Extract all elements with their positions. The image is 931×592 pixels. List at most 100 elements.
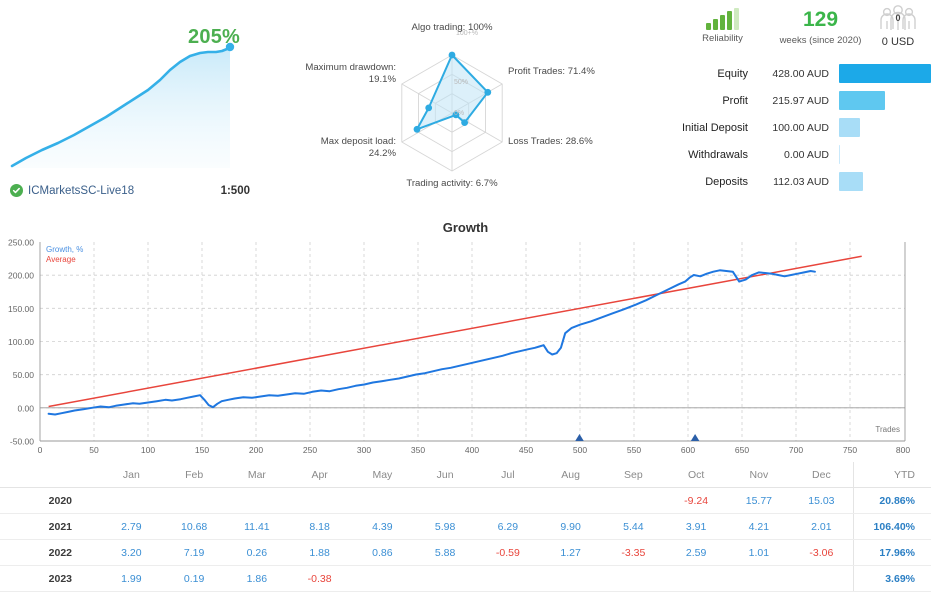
cell-2022-nov: 1.01 [727, 539, 791, 566]
x-tick-250: 250 [303, 445, 317, 455]
radar-label-max-deposit-load-line2: 24.2% [368, 148, 396, 159]
growth-chart-title: Growth [442, 220, 489, 235]
col-header-jan: Jan [100, 462, 163, 488]
balance-bar-cell-deposits [839, 168, 931, 195]
balance-value-deposits: 112.03 AUD [773, 175, 829, 188]
cell-2020-aug [539, 487, 602, 514]
y-tick-0: 0.00 [17, 403, 34, 413]
cell-2021-oct: 3.91 [664, 513, 728, 540]
balance-bar-cell-profit [839, 87, 931, 114]
cell-2022-jan: 3.20 [100, 539, 163, 566]
col-header-sep: Sep [602, 462, 665, 488]
x-tick-150: 150 [195, 445, 209, 455]
balance-bar-cell-initial-deposit [839, 114, 931, 141]
cell-2022-ytd: 17.96% [852, 539, 931, 566]
x-tick-300: 300 [357, 445, 371, 455]
balance-label-equity: Equity [717, 67, 748, 80]
balance-value-equity: 428.00 AUD [772, 67, 829, 80]
subscribers-price: 0 USD [881, 36, 915, 48]
cell-2022-jun: 5.88 [413, 539, 477, 566]
monthly-returns-table: Jan Feb Mar Apr May Jun Jul Aug Sep Oct … [0, 462, 931, 592]
radar-ring-label-50: 50% [454, 79, 469, 86]
x-tick-200: 200 [249, 445, 263, 455]
balance-rows: Equity 428.00 AUD Profit 215.97 AUD Init… [660, 60, 931, 195]
y-tick-50: 50.00 [13, 370, 35, 380]
balance-row-initial-deposit: Initial Deposit 100.00 AUD [660, 114, 931, 141]
balance-row-deposits: Deposits 112.03 AUD [660, 168, 931, 195]
cell-2022-jul: -0.59 [476, 539, 540, 566]
row-year-2022: 2022 [0, 539, 100, 566]
col-header-ytd: YTD [852, 462, 931, 488]
stats-header: Reliability 129 weeks (since 2020) 0 0 U… [660, 5, 931, 56]
cell-2021-apr: 8.18 [288, 513, 351, 540]
growth-sparkline-panel: 205% ICMarketsSC-Live18 1:500 [0, 0, 268, 215]
cell-2023-apr: -0.38 [288, 565, 351, 592]
balance-bar-profit [839, 91, 885, 110]
check-badge-icon [10, 184, 23, 197]
balance-value-withdrawals: 0.00 AUD [784, 148, 829, 161]
average-line [48, 255, 862, 408]
cell-2021-may: 4.39 [351, 513, 414, 540]
col-header-jul: Jul [476, 462, 540, 488]
cell-2022-sep: -3.35 [602, 539, 665, 566]
x-tick-50: 50 [89, 445, 99, 455]
y-tick-100: 100.00 [8, 337, 34, 347]
balance-bar-deposits [839, 172, 863, 191]
cell-2023-jul [476, 565, 540, 592]
cell-2021-ytd: 106.40% [852, 513, 931, 540]
cell-2020-feb [162, 487, 226, 514]
x-tick-750: 750 [843, 445, 857, 455]
reliability-label: Reliability [702, 33, 743, 44]
legend-growth: Growth, % [46, 245, 83, 254]
x-tick-100: 100 [141, 445, 155, 455]
weeks-label: weeks (since 2020) [779, 35, 862, 46]
x-tick-500: 500 [573, 445, 587, 455]
cell-2023-may [351, 565, 414, 592]
cell-2020-dec: 15.03 [790, 487, 853, 514]
radar-label-max-deposit-load: Max deposit load: 24.2% [268, 136, 396, 160]
col-header-oct: Oct [664, 462, 728, 488]
weeks-block: 129 weeks (since 2020) [768, 8, 873, 46]
y-tick-200: 200.00 [8, 271, 34, 281]
cell-2021-jan: 2.79 [100, 513, 163, 540]
dashboard-root: 205% ICMarketsSC-Live18 1:500 100+% 50% … [0, 0, 931, 592]
balance-row-withdrawals: Withdrawals 0.00 AUD [660, 141, 931, 168]
cell-2021-nov: 4.21 [727, 513, 791, 540]
row-year-2020: 2020 [0, 487, 100, 514]
cell-2020-may [351, 487, 414, 514]
col-header-year [0, 462, 100, 488]
growth-chart: 250.00 200.00 150.00 100.00 50.00 0.00 -… [8, 238, 910, 456]
radar-label-loss-trades: Loss Trades: 28.6% [508, 136, 593, 147]
cell-2023-mar: 1.86 [225, 565, 289, 592]
balance-bar-initial-deposit [839, 118, 861, 137]
cell-2021-mar: 11.41 [225, 513, 289, 540]
stats-panel: Reliability 129 weeks (since 2020) 0 0 U… [660, 0, 931, 215]
radar-label-maximum-drawdown-line2: 19.1% [368, 74, 396, 85]
subscribers-block: 0 0 USD [865, 5, 931, 48]
cell-2021-aug: 9.90 [539, 513, 602, 540]
x-tick-550: 550 [627, 445, 641, 455]
table-row: 2021 2.79 10.68 11.41 8.18 4.39 5.98 6.2… [0, 513, 931, 540]
x-tick-600: 600 [681, 445, 695, 455]
col-header-nov: Nov [727, 462, 791, 488]
weeks-value: 129 [802, 8, 839, 31]
growth-chart-panel: Growth 250.00 200.00 150.00 100.00 50.00… [0, 218, 931, 460]
col-header-jun: Jun [413, 462, 477, 488]
balance-label-withdrawals: Withdrawals [688, 148, 748, 161]
account-name-group: ICMarketsSC-Live18 [10, 184, 134, 197]
cell-2021-dec: 2.01 [790, 513, 853, 540]
row-year-2023: 2023 [0, 565, 100, 592]
col-header-feb: Feb [162, 462, 226, 488]
cell-2020-ytd: 20.86% [852, 487, 931, 514]
balance-bar-equity [839, 64, 931, 83]
x-tick-700: 700 [789, 445, 803, 455]
cell-2021-jul: 6.29 [476, 513, 540, 540]
col-header-mar: Mar [225, 462, 289, 488]
legend-average: Average [46, 255, 76, 264]
cell-2020-jul [476, 487, 540, 514]
broker-account-label[interactable]: ICMarketsSC-Live18 [28, 185, 134, 197]
cell-2020-sep [602, 487, 665, 514]
radar-label-trading-activity: Trading activity: 6.7% [406, 178, 498, 189]
people-group-icon: 0 [865, 5, 931, 32]
cell-2021-sep: 5.44 [602, 513, 665, 540]
